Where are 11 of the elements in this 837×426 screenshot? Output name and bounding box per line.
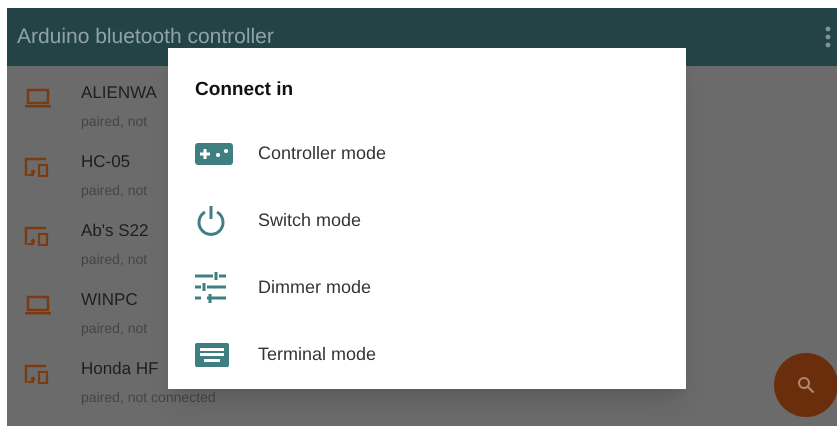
- mode-label: Dimmer mode: [258, 276, 372, 299]
- mode-label: Switch mode: [258, 209, 362, 232]
- device-name: HC-05: [81, 151, 132, 173]
- app-title: Arduino bluetooth controller: [17, 24, 274, 50]
- device-name: Ab's S22: [81, 220, 149, 242]
- mode-label: Controller mode: [258, 142, 386, 165]
- dialog-title: Connect in: [195, 78, 294, 102]
- mode-label: Terminal mode: [258, 343, 376, 366]
- device-name: ALIENWA: [81, 82, 157, 104]
- device-name: Honda HF: [81, 358, 160, 380]
- device-name: WINPC: [81, 289, 139, 311]
